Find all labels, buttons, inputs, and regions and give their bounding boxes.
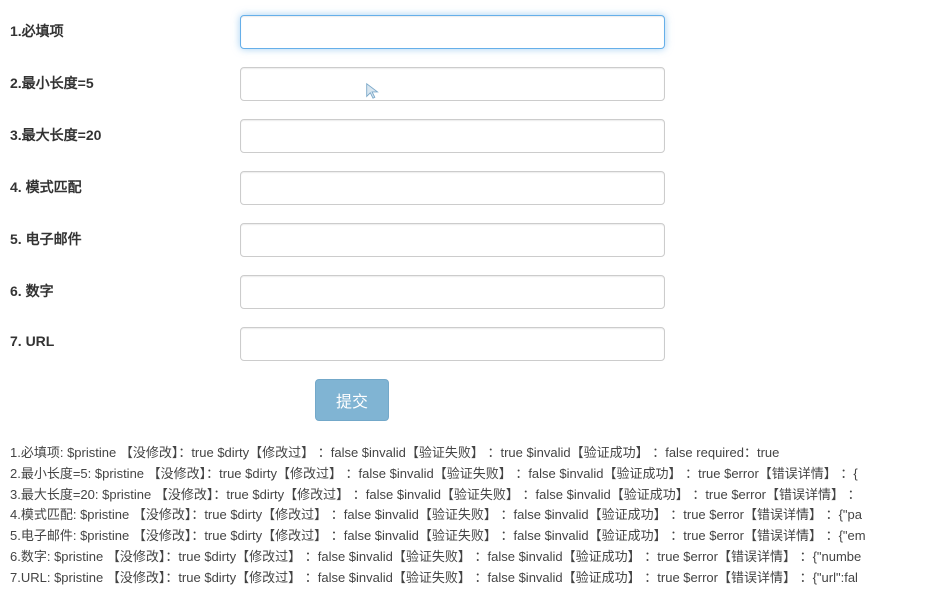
- field-row-email: 5. 电子邮件: [10, 223, 938, 257]
- input-wrap: [240, 223, 938, 257]
- url-input[interactable]: [240, 327, 665, 361]
- submit-button[interactable]: 提交: [315, 379, 389, 421]
- field-row-required: 1.必填项: [10, 15, 938, 49]
- required-input[interactable]: [240, 15, 665, 49]
- validation-form: 1.必填项 2.最小长度=5 3.最大长度=20 4. 模式匹配 5. 电子邮件…: [10, 15, 938, 421]
- field-label-minlength: 2.最小长度=5: [10, 67, 240, 93]
- input-wrap: [240, 67, 938, 101]
- status-line-email: 5.电子邮件: $pristine 【没修改】：true $dirty【修改过】…: [10, 526, 938, 547]
- input-wrap: [240, 171, 938, 205]
- status-line-required: 1.必填项: $pristine 【没修改】：true $dirty【修改过】 …: [10, 443, 938, 464]
- status-line-number: 6.数字: $pristine 【没修改】：true $dirty【修改过】 ：…: [10, 547, 938, 568]
- number-input[interactable]: [240, 275, 665, 309]
- email-input[interactable]: [240, 223, 665, 257]
- field-label-pattern: 4. 模式匹配: [10, 171, 240, 197]
- status-line-pattern: 4.模式匹配: $pristine 【没修改】：true $dirty【修改过】…: [10, 505, 938, 526]
- field-label-email: 5. 电子邮件: [10, 223, 240, 249]
- field-row-number: 6. 数字: [10, 275, 938, 309]
- field-label-url: 7. URL: [10, 327, 240, 349]
- input-wrap: [240, 327, 938, 361]
- field-label-maxlength: 3.最大长度=20: [10, 119, 240, 145]
- field-label-number: 6. 数字: [10, 275, 240, 301]
- input-wrap: [240, 119, 938, 153]
- submit-row: 提交: [10, 379, 938, 421]
- minlength-input[interactable]: [240, 67, 665, 101]
- pattern-input[interactable]: [240, 171, 665, 205]
- input-wrap: [240, 15, 938, 49]
- status-panel: 1.必填项: $pristine 【没修改】：true $dirty【修改过】 …: [10, 443, 938, 589]
- field-row-minlength: 2.最小长度=5: [10, 67, 938, 101]
- field-row-pattern: 4. 模式匹配: [10, 171, 938, 205]
- status-line-maxlength: 3.最大长度=20: $pristine 【没修改】：true $dirty【修…: [10, 485, 938, 506]
- status-line-minlength: 2.最小长度=5: $pristine 【没修改】：true $dirty【修改…: [10, 464, 938, 485]
- field-row-url: 7. URL: [10, 327, 938, 361]
- field-row-maxlength: 3.最大长度=20: [10, 119, 938, 153]
- maxlength-input[interactable]: [240, 119, 665, 153]
- status-line-url: 7.URL: $pristine 【没修改】：true $dirty【修改过】 …: [10, 568, 938, 589]
- field-label-required: 1.必填项: [10, 15, 240, 41]
- input-wrap: [240, 275, 938, 309]
